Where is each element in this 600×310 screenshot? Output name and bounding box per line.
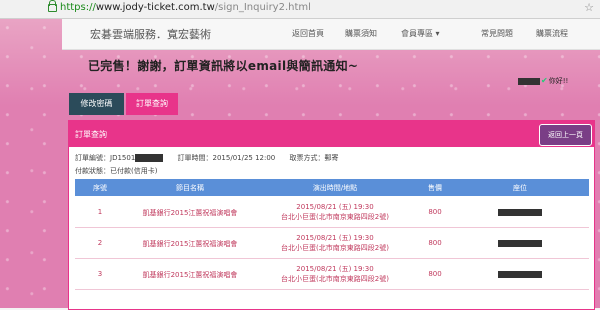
redacted-username <box>518 77 540 85</box>
nav-purchase-notice[interactable]: 購票須知 <box>345 28 377 39</box>
browser-address-bar[interactable]: https://www.jody-ticket.com.tw/sign_Inqu… <box>0 0 600 19</box>
redacted-seat <box>498 240 542 247</box>
col-time-venue: 演出時間/地點 <box>312 184 358 192</box>
row-venue: 台北小巨蛋(北市南京東路四段2號) <box>281 213 389 221</box>
redacted-seat <box>498 271 542 278</box>
row-price: 800 <box>428 208 442 216</box>
row-time-venue: 2015/08/21 (五) 19:30 台北小巨蛋(北市南京東路四段2號) <box>260 202 410 222</box>
table-header: 序號 節目名稱 演出時間/地點 售價 座位 <box>75 179 589 196</box>
panel-title: 訂單查詢 <box>75 130 107 139</box>
row-time: 2015/08/21 (五) 19:30 <box>296 234 374 242</box>
tab-change-password[interactable]: 修改密碼 <box>69 93 124 115</box>
row-price: 800 <box>428 239 442 247</box>
order-panel: 訂單查詢 返回上一頁 訂單編號：JD1501 訂單時間：2015/01/25 1… <box>68 120 595 310</box>
row-venue: 台北小巨蛋(北市南京東路四段2號) <box>281 275 389 283</box>
check-icon: ✔ <box>541 76 548 85</box>
back-button[interactable]: 返回上一頁 <box>539 124 592 146</box>
table-row: 1 凱基銀行2015江蕙祝福演唱會 2015/08/21 (五) 19:30 台北… <box>75 197 589 228</box>
welcome-message: 已完售！謝謝，訂單資訊將以email與簡訊通知~ <box>88 59 359 73</box>
row-no: 2 <box>97 239 103 247</box>
nav-purchase-flow[interactable]: 購票流程 <box>536 28 568 39</box>
row-event-name: 凱基銀行2015江蕙祝福演唱會 <box>142 271 238 279</box>
redacted-order-suffix <box>135 154 164 162</box>
table-row: 3 凱基銀行2015江蕙祝福演唱會 2015/08/21 (五) 19:30 台北… <box>75 259 589 290</box>
url-text[interactable]: https://www.jody-ticket.com.tw/sign_Inqu… <box>60 2 311 13</box>
row-event-name: 凱基銀行2015江蕙祝福演唱會 <box>142 209 238 217</box>
tab-order-inquiry[interactable]: 訂單查詢 <box>126 93 178 115</box>
user-greeting: ✔你好!! <box>518 76 568 86</box>
nav-faq[interactable]: 常見問題 <box>481 28 513 39</box>
row-time: 2015/08/21 (五) 19:30 <box>296 265 374 273</box>
site-brand[interactable]: 宏碁雲端服務．寬宏藝術 <box>90 26 211 42</box>
order-time: 訂單時間：2015/01/25 12:00 <box>177 154 276 162</box>
panel-header: 訂單查詢 返回上一頁 <box>69 121 594 147</box>
order-info-line: 訂單編號：JD1501 訂單時間：2015/01/25 12:00 取票方式：郵… <box>75 153 339 163</box>
lock-icon <box>48 0 57 12</box>
row-venue: 台北小巨蛋(北市南京東路四段2號) <box>281 244 389 252</box>
row-event-name: 凱基銀行2015江蕙祝福演唱會 <box>142 240 238 248</box>
row-time-venue: 2015/08/21 (五) 19:30 台北小巨蛋(北市南京東路四段2號) <box>260 233 410 253</box>
row-time-venue: 2015/08/21 (五) 19:30 台北小巨蛋(北市南京東路四段2號) <box>260 264 410 284</box>
bookmark-star-icon[interactable]: ☆ <box>584 1 594 14</box>
pickup-method: 取票方式：郵寄 <box>289 154 339 162</box>
col-seat: 座位 <box>513 184 527 192</box>
nav-home[interactable]: 返回首頁 <box>292 28 324 39</box>
order-number: 訂單編號：JD1501 <box>75 154 136 162</box>
redacted-seat <box>498 209 542 216</box>
row-no: 1 <box>97 208 103 216</box>
table-row: 2 凱基銀行2015江蕙祝福演唱會 2015/08/21 (五) 19:30 台北… <box>75 228 589 259</box>
row-price: 800 <box>428 270 442 278</box>
payment-status: 付款狀態：已付款(信用卡) <box>75 167 158 175</box>
col-price: 售價 <box>428 184 442 192</box>
row-no: 3 <box>97 270 103 278</box>
row-time: 2015/08/21 (五) 19:30 <box>296 203 374 211</box>
col-no: 序號 <box>93 184 107 192</box>
col-name: 節目名稱 <box>176 184 204 192</box>
nav-member-area[interactable]: 會員專區 ▾ <box>401 28 440 39</box>
top-navbar: 宏碁雲端服務．寬宏藝術 返回首頁 購票須知 會員專區 ▾ 常見問題 購票流程 <box>62 19 600 50</box>
